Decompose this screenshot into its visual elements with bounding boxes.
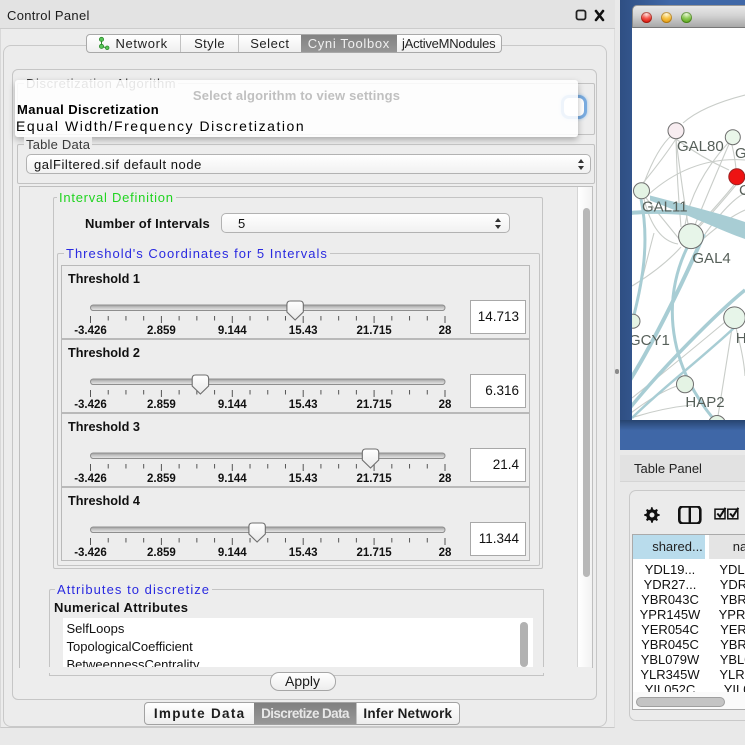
svg-text:GAL80: GAL80 [677, 138, 724, 155]
svg-text:GA: GA [735, 145, 745, 162]
svg-text:GAL11: GAL11 [642, 199, 688, 216]
svg-text:H: H [736, 330, 745, 347]
svg-text:GCY1: GCY1 [632, 332, 670, 349]
svg-text:CY: CY [739, 182, 745, 199]
svg-text:GAL4: GAL4 [692, 250, 730, 267]
svg-text:HAP2: HAP2 [685, 394, 724, 411]
